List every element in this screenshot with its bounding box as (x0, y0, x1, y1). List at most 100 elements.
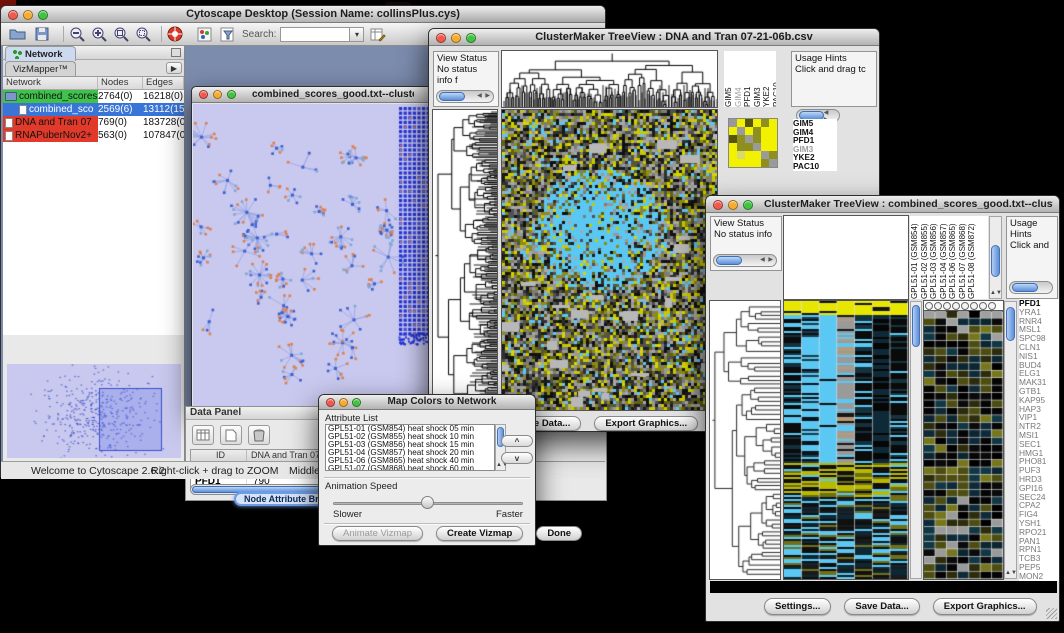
matrix-cell[interactable] (745, 151, 753, 159)
animation-speed-slider[interactable] (333, 496, 523, 509)
treeview-combined-titlebar[interactable]: ClusterMaker TreeView : combined_scores_… (706, 196, 1059, 213)
open-session-icon[interactable] (9, 25, 27, 43)
matrix-cell[interactable] (737, 159, 745, 167)
zoom-out-icon[interactable] (69, 25, 85, 43)
save-session-icon[interactable] (35, 25, 49, 43)
matrix-cell[interactable] (745, 119, 753, 127)
attribute-list-scrollbar[interactable]: ▲▼ (495, 424, 506, 471)
zoom-in-icon[interactable] (91, 25, 107, 43)
close-icon[interactable] (713, 200, 723, 210)
matrix-cell[interactable] (753, 127, 761, 135)
matrix-cell[interactable] (761, 119, 769, 127)
zoom-window-icon[interactable] (38, 10, 48, 20)
control-panel-tab[interactable]: VizMapper™ (5, 61, 76, 76)
column-labels-scrollbar[interactable]: ▲▼ (989, 216, 1002, 299)
dialog-action-button[interactable]: Done (536, 526, 582, 541)
matrix-cell[interactable] (745, 159, 753, 167)
slider-thumb[interactable] (421, 496, 434, 509)
slider-arrows-icon[interactable]: ◀ ▶ (760, 255, 776, 266)
treeview-action-button[interactable]: Save Data... (844, 598, 919, 615)
matrix-cell[interactable] (745, 127, 753, 135)
matrix-cell[interactable] (761, 159, 769, 167)
attribute-browser-icon[interactable] (370, 25, 386, 43)
row-dendrogram-canvas[interactable] (710, 301, 780, 579)
matrix-cell[interactable] (769, 119, 777, 127)
network-table-row[interactable]: RNAPuberNov2+ 563(0) 107847(0) (3, 129, 184, 142)
network-overview-thumbnail[interactable] (7, 364, 181, 458)
zoom-fit-icon[interactable] (113, 25, 129, 43)
matrix-cell[interactable] (761, 135, 769, 143)
scrollbar-thumb[interactable] (912, 305, 920, 347)
scrollbar-arrows-icon[interactable]: ▲▼ (1005, 570, 1016, 577)
minimize-icon[interactable] (339, 398, 348, 407)
dialog-titlebar[interactable]: Map Colors to Network (319, 395, 535, 410)
heatmap-canvas[interactable] (502, 110, 717, 410)
attribute-table-icon[interactable] (192, 425, 214, 445)
network-graph-canvas[interactable] (193, 104, 433, 410)
main-titlebar[interactable]: Cytoscape Desktop (Session Name: collins… (1, 6, 605, 23)
matrix-cell[interactable] (761, 143, 769, 151)
close-icon[interactable] (326, 398, 335, 407)
network-table-row[interactable]: combined_scores 2764(0) 16218(0) (3, 90, 184, 103)
network-view-titlebar[interactable]: combined_scores_good.txt--cluste... (192, 87, 434, 103)
network-table-column-header[interactable]: Network (3, 77, 98, 89)
matrix-cell[interactable] (729, 127, 737, 135)
matrix-cell[interactable] (729, 119, 737, 127)
matrix-cell[interactable] (729, 151, 737, 159)
matrix-cell[interactable] (737, 143, 745, 151)
dialog-action-button[interactable]: Create Vizmap (436, 526, 523, 541)
move-up-button[interactable]: ^ (501, 435, 533, 447)
minimize-icon[interactable] (213, 90, 222, 99)
matrix-cell[interactable] (737, 127, 745, 135)
zoom-window-icon[interactable] (466, 33, 476, 43)
treeview-action-button[interactable]: Export Graphics... (933, 598, 1037, 615)
zoom-window-icon[interactable] (352, 398, 361, 407)
delete-attribute-icon[interactable] (248, 425, 270, 445)
matrix-cell[interactable] (745, 143, 753, 151)
matrix-cell[interactable] (737, 151, 745, 159)
minimize-icon[interactable] (23, 10, 33, 20)
search-input[interactable] (280, 27, 350, 42)
matrix-cell[interactable] (737, 135, 745, 143)
new-attribute-icon[interactable] (220, 425, 242, 445)
slider-thumb[interactable] (439, 92, 465, 101)
attribute-list-item[interactable]: GPL51-07 (GSM868) heat shock 60 min (326, 465, 494, 471)
zoom-window-icon[interactable] (743, 200, 753, 210)
matrix-cell[interactable] (737, 119, 745, 127)
minimize-icon[interactable] (451, 33, 461, 43)
matrix-cell[interactable] (729, 143, 737, 151)
column-dendrogram-canvas[interactable] (502, 51, 717, 107)
help-lifesaver-icon[interactable] (167, 25, 183, 43)
network-table-column-header[interactable]: Nodes (98, 77, 143, 89)
column-dendrogram-area[interactable] (784, 216, 908, 299)
gene-label[interactable]: PAC10 (793, 162, 837, 171)
matrix-cell[interactable] (753, 151, 761, 159)
network-table-row[interactable]: DNA and Tran 07 769(0) 183728(0) (3, 116, 184, 129)
tab-overflow-icon[interactable]: ▶ (166, 62, 182, 74)
global-zoom-slider[interactable]: ◀ ▶ (713, 254, 777, 267)
treeview-dna-titlebar[interactable]: ClusterMaker TreeView : DNA and Tran 07-… (429, 29, 879, 46)
close-icon[interactable] (8, 10, 18, 20)
matrix-cell[interactable] (753, 159, 761, 167)
zoom-heatmap-canvas[interactable] (924, 311, 1003, 579)
close-icon[interactable] (199, 90, 208, 99)
gene-list-scrollbar[interactable]: ▲▼ (1004, 301, 1017, 579)
similarity-matrix[interactable] (729, 119, 777, 167)
treeview-action-button[interactable]: Export Graphics... (594, 416, 698, 431)
matrix-cell[interactable] (769, 151, 777, 159)
row-dendrogram-canvas[interactable] (433, 110, 497, 410)
global-zoom-slider[interactable]: ◀ ▶ (436, 90, 494, 103)
resize-grip[interactable] (1046, 608, 1057, 619)
attribute-column-header[interactable]: ID (191, 450, 247, 461)
minimize-icon[interactable] (728, 200, 738, 210)
matrix-cell[interactable] (753, 135, 761, 143)
search-dropdown-icon[interactable]: ▾ (350, 27, 364, 42)
gene-label[interactable]: MON2 (1019, 572, 1059, 581)
scrollbar-thumb[interactable] (991, 245, 1000, 277)
zoom-selected-icon[interactable] (135, 25, 151, 43)
matrix-cell[interactable] (745, 135, 753, 143)
slider-arrows-icon[interactable]: ◀ ▶ (477, 91, 493, 102)
matrix-cell[interactable] (753, 119, 761, 127)
scrollbar-arrows-icon[interactable]: ▲▼ (990, 290, 1001, 297)
matrix-cell[interactable] (761, 127, 769, 135)
